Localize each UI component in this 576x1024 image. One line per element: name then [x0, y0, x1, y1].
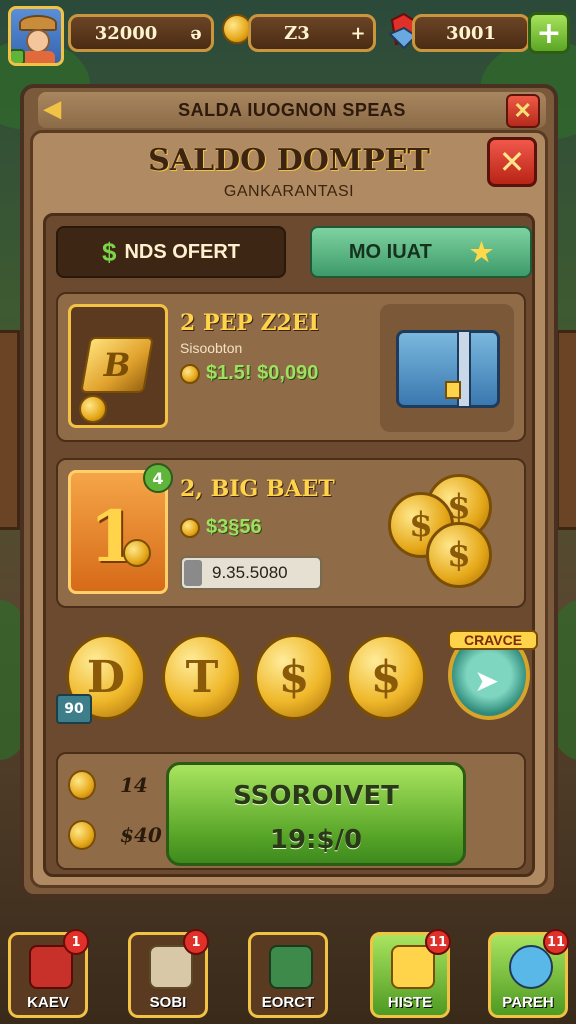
coin-icon: [68, 770, 96, 800]
input-handle[interactable]: [184, 560, 202, 586]
offer-card[interactable]: 1 4 2, BIG BAET $3§56 9.35.5080 $ $ $: [56, 458, 526, 608]
window-close-button[interactable]: ✕: [506, 94, 540, 128]
bottom-nav: KAEV 1 SOBI 1 EORCT HISTE 11 PAREH 11: [0, 924, 576, 1024]
back-arrow-icon[interactable]: ◀: [44, 96, 61, 122]
amount-value: 9.35.5080: [212, 563, 288, 582]
gold-bar-icon: B: [80, 337, 154, 393]
coin-option[interactable]: $: [346, 634, 426, 720]
tab-offers-label: NDS OFERT: [124, 240, 241, 263]
coin-option[interactable]: $: [254, 634, 334, 720]
coin-icon: [68, 820, 96, 850]
nav-label: KAEV: [27, 994, 69, 1011]
panel-subtitle: GANKARANTASI: [223, 183, 355, 200]
buy-button[interactable]: SSOROIVET 19:$/0: [166, 762, 466, 866]
nav-item-sobi[interactable]: SOBI 1: [128, 929, 209, 1018]
tab-more-label: MO IUAT: [348, 240, 432, 263]
notification-badge: 1: [183, 929, 209, 955]
arrow-icon: ➤: [474, 664, 500, 699]
notification-badge: 1: [63, 929, 89, 955]
tab-more[interactable]: MO IUAT ★: [310, 226, 532, 278]
nav-item-pareh[interactable]: PAREH 11: [488, 929, 569, 1018]
offer-price-text: $3§56: [206, 516, 262, 538]
gold-counter: 32000 ə: [68, 14, 214, 52]
offer-card[interactable]: B 2 PEP Z2EI Sisoobton $1.5! $0,090: [56, 292, 526, 442]
panel-title: SALDO DOMPET: [148, 143, 430, 178]
coin-icon: [79, 395, 107, 423]
nav-item-eorct[interactable]: EORCT: [248, 932, 328, 1018]
buy-button-price: 19:$/0: [269, 825, 363, 855]
offer-title: 2 PEP Z2EI: [180, 310, 319, 336]
add-currency-button[interactable]: +: [528, 12, 570, 54]
gems-counter: Z3 +: [248, 14, 376, 52]
coin-icon: [180, 363, 200, 384]
nav-item-histe[interactable]: HISTE 11: [370, 929, 451, 1018]
coin-icon: [180, 517, 200, 538]
stat-coins: 14: [68, 770, 148, 800]
notification-badge: 11: [425, 929, 451, 955]
shop-window: ◀ SALDA IUOGNON SPEAS ✕ SALDO DOMPET GAN…: [20, 84, 558, 898]
offer-price: $3§56: [180, 516, 262, 539]
star-icon: ★: [469, 236, 494, 267]
stat-price: $40: [68, 820, 162, 850]
offer-price-text: $1.5! $0,090: [206, 362, 319, 384]
amount-input[interactable]: 9.35.5080: [180, 556, 322, 590]
gems-value: Z3: [284, 22, 310, 44]
offer-thumbnail: B: [68, 304, 168, 428]
stat-coins-value: 14: [120, 773, 148, 797]
notification-badge: 11: [543, 929, 569, 955]
gold-value: 32000: [94, 22, 158, 44]
wallet-panel: SALDO DOMPET GANKARANTASI ✕ $ NDS OFERT …: [30, 130, 548, 888]
offer-price: $1.5! $0,090: [180, 362, 318, 385]
tab-offers[interactable]: $ NDS OFERT: [56, 226, 286, 278]
nav-label: HISTE: [387, 994, 433, 1011]
offer-subtitle: Sisoobton: [180, 340, 243, 356]
gems-plus[interactable]: +: [343, 23, 373, 44]
gold-suffix: ə: [190, 22, 202, 44]
coin-selection-row: D 90 T $ $ CRAVCE ➤: [56, 620, 538, 740]
coin-count-badge: 90: [56, 694, 92, 724]
nav-item-kaev[interactable]: KAEV 1: [8, 929, 89, 1018]
level-badge: [11, 49, 25, 63]
offers-content: $ NDS OFERT MO IUAT ★ B 2 PEP Z2EI Sisoo…: [43, 213, 538, 877]
window-titlebar: ◀ SALDA IUOGNON SPEAS ✕: [38, 92, 546, 128]
offer-thumbnail: 1 4: [68, 463, 173, 594]
nav-label: SOBI: [149, 994, 187, 1011]
buy-button-label: SSOROIVET: [233, 781, 399, 811]
treasure-chest[interactable]: [380, 304, 514, 432]
nav-label: EORCT: [261, 994, 315, 1011]
offer-title: 2, BIG BAET: [180, 476, 335, 502]
coin-icon: [123, 539, 151, 567]
arrow-icon: [269, 945, 313, 989]
player-avatar[interactable]: [8, 6, 64, 66]
energy-counter: 3001: [412, 14, 530, 52]
energy-value: 3001: [445, 22, 497, 44]
purchase-area: 14 $40 SSOROIVET 19:$/0: [56, 752, 526, 870]
craft-button[interactable]: CRAVCE ➤: [448, 630, 538, 720]
nav-label: PAREH: [502, 994, 554, 1011]
window-title: SALDA IUOGNON SPEAS: [178, 99, 406, 120]
stat-price-value: $40: [120, 823, 162, 847]
top-bar: 32000 ə Z3 + 3001 +: [0, 0, 576, 70]
dollar-icon: $: [101, 236, 117, 267]
panel-close-button[interactable]: ✕: [487, 137, 537, 187]
chest-icon: [396, 330, 500, 408]
coin-option[interactable]: T: [162, 634, 242, 720]
count-badge: 4: [143, 463, 173, 493]
craft-label: CRAVCE: [448, 630, 538, 650]
coin-pile-icon: $ $ $: [388, 474, 508, 594]
